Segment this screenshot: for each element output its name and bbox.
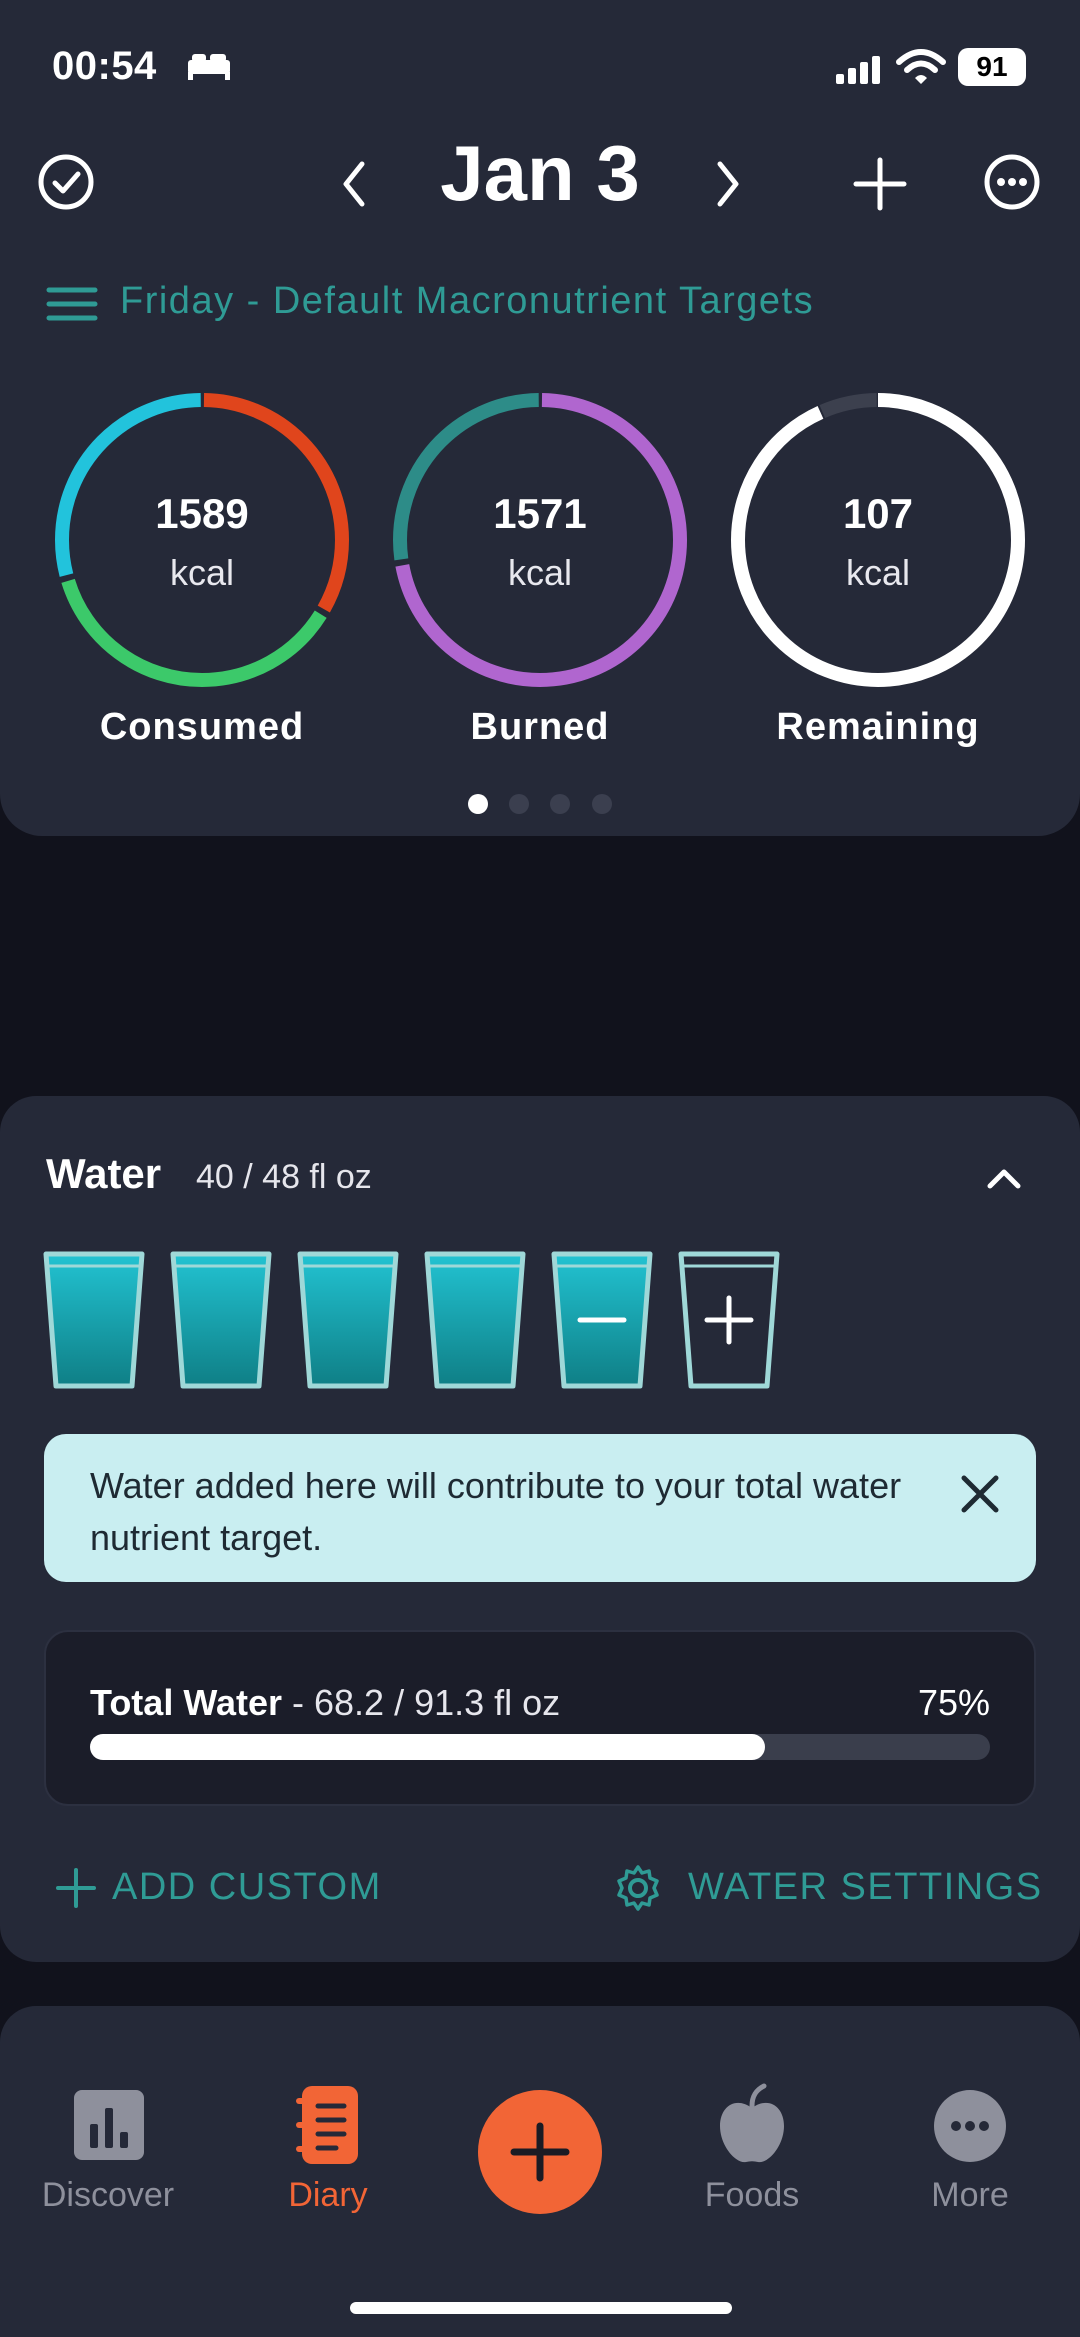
- add-entry-button[interactable]: [478, 2090, 602, 2214]
- chart-icon[interactable]: [72, 2088, 146, 2162]
- plus-icon: [510, 2122, 570, 2182]
- plus-icon: [704, 1295, 754, 1345]
- water-glasses: [43, 1251, 780, 1389]
- remaining-ring[interactable]: [726, 388, 1030, 692]
- burned-label: Burned: [470, 706, 610, 748]
- targets-subtitle[interactable]: Friday - Default Macronutrient Targets: [120, 280, 814, 323]
- remaining-value: 107: [842, 490, 914, 537]
- remaining-unit: kcal: [845, 552, 911, 593]
- consumed-unit: kcal: [169, 552, 235, 593]
- wifi-icon: [896, 49, 946, 84]
- nav-more[interactable]: More: [870, 2176, 1070, 2215]
- collapse-chevron-icon[interactable]: [984, 1162, 1024, 1192]
- page-dot-1[interactable]: [468, 794, 488, 814]
- remaining-label: Remaining: [776, 706, 980, 748]
- water-settings-button[interactable]: WATER SETTINGS: [688, 1866, 1043, 1909]
- sleep-bed-icon: [188, 54, 230, 80]
- signal-icon: [836, 56, 880, 84]
- water-glass-1[interactable]: [43, 1251, 145, 1389]
- total-water-value: - 68.2 / 91.3 fl oz: [282, 1682, 561, 1723]
- water-glass-3[interactable]: [297, 1251, 399, 1389]
- water-glass-4[interactable]: [424, 1251, 526, 1389]
- plus-icon[interactable]: [852, 156, 908, 212]
- burned-ring[interactable]: [388, 388, 692, 692]
- total-water-percent: 75%: [917, 1682, 990, 1723]
- close-icon[interactable]: [956, 1470, 1004, 1518]
- total-water-bar-fill: [90, 1734, 765, 1760]
- burned-value: 1571: [493, 490, 587, 537]
- menu-icon[interactable]: [46, 284, 98, 324]
- water-glass-2[interactable]: [170, 1251, 272, 1389]
- water-info-text: Water added here will contribute to your…: [90, 1465, 902, 1558]
- water-amount: 40 / 48 fl oz: [196, 1158, 372, 1196]
- add-custom-button[interactable]: ADD CUSTOM: [112, 1866, 382, 1909]
- home-indicator: [350, 2302, 732, 2314]
- notebook-icon[interactable]: [294, 2084, 362, 2166]
- page-dot-2[interactable]: [509, 794, 529, 814]
- more-icon[interactable]: [932, 2088, 1008, 2164]
- add-icon[interactable]: [56, 1868, 96, 1908]
- diary-date[interactable]: Jan 3: [0, 128, 1080, 219]
- more-icon[interactable]: [982, 152, 1042, 212]
- consumed-label: Consumed: [99, 706, 305, 748]
- nav-discover[interactable]: Discover: [8, 2176, 208, 2215]
- burned-unit: kcal: [507, 552, 573, 593]
- page-dot-4[interactable]: [592, 794, 612, 814]
- total-water-label: Total Water: [90, 1682, 283, 1723]
- apple-icon[interactable]: [716, 2082, 788, 2166]
- consumed-ring[interactable]: [50, 388, 354, 692]
- battery-level: 91: [976, 51, 1008, 82]
- status-time: 00:54: [52, 44, 157, 88]
- remove-glass-button[interactable]: [551, 1251, 653, 1389]
- chevron-right-icon[interactable]: [708, 156, 748, 212]
- page-dot-3[interactable]: [550, 794, 570, 814]
- nav-foods[interactable]: Foods: [652, 2176, 852, 2215]
- consumed-value: 1589: [155, 490, 249, 537]
- gear-icon[interactable]: [614, 1864, 662, 1912]
- total-water-text: Total Water - 68.2 / 91.3 fl oz: [90, 1682, 560, 1724]
- add-glass-button[interactable]: [678, 1251, 780, 1389]
- battery-icon: 91: [958, 48, 1026, 86]
- nav-diary[interactable]: Diary: [228, 2176, 428, 2215]
- water-title: Water: [46, 1150, 162, 1197]
